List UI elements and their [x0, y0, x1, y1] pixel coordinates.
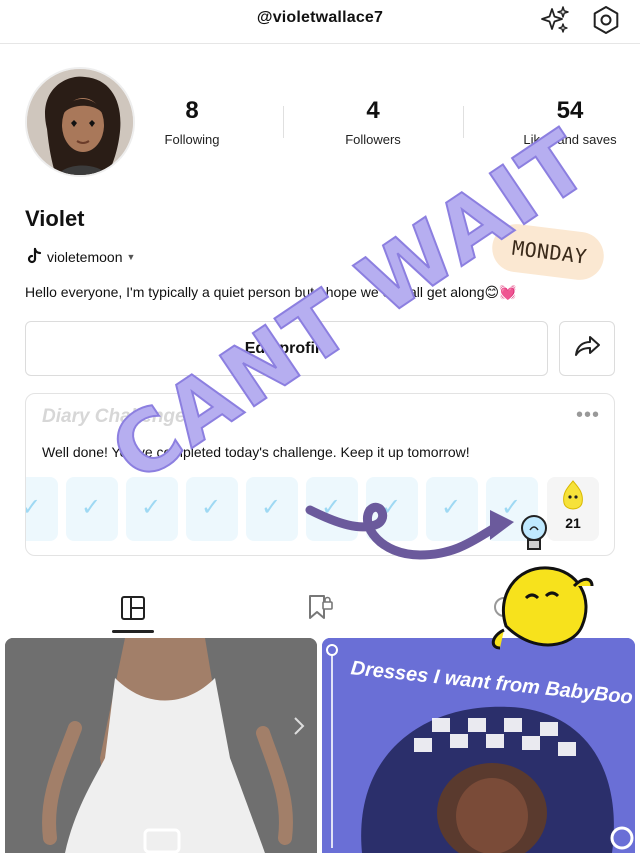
stat-following[interactable]: 8 Following	[152, 96, 232, 147]
day-check-box: ✓	[26, 477, 58, 541]
waving-blob-sticker	[486, 556, 598, 665]
stat-followers-label: Followers	[345, 132, 401, 147]
check-icon: ✓	[26, 493, 41, 522]
day-check-box: ✓	[246, 477, 298, 541]
tab-posts-grid-icon[interactable]	[120, 595, 146, 626]
day-check-box: ✓	[186, 477, 238, 541]
settings-icon[interactable]	[589, 3, 623, 37]
post-thumbnail[interactable]	[5, 638, 317, 853]
share-icon	[573, 334, 601, 363]
tiktok-icon	[25, 247, 43, 268]
more-options-icon[interactable]: •••	[576, 404, 600, 427]
streak-box: 21	[547, 477, 599, 541]
check-icon: ✓	[201, 494, 222, 521]
stat-following-label: Following	[164, 132, 220, 147]
tiktok-handle: violetemoon	[47, 249, 123, 265]
stat-followers-value: 4	[366, 97, 380, 124]
caret-down-icon: ▼	[126, 252, 136, 262]
post-thumbnail[interactable]: Dresses I want from BabyBoo	[322, 638, 635, 853]
active-tab-indicator	[112, 630, 154, 633]
diary-message: Well done! You've completed today's chal…	[42, 444, 470, 460]
check-icon: ✓	[261, 494, 282, 521]
tiktok-handle-row[interactable]: violetemoon ▼	[25, 247, 135, 267]
lightbulb-icon	[514, 512, 554, 561]
profile-name: Violet	[25, 206, 85, 231]
stat-following-value: 8	[185, 97, 199, 124]
stat-divider	[283, 106, 284, 138]
tab-saved-locked-icon[interactable]	[306, 593, 334, 626]
top-bar: @violetwallace7	[0, 0, 640, 44]
stat-divider	[463, 106, 464, 138]
day-check-box: ✓	[66, 477, 118, 541]
check-icon: ✓	[81, 494, 102, 521]
streak-count: 21	[565, 515, 581, 531]
avatar[interactable]	[25, 67, 135, 177]
sparkle-icon[interactable]	[538, 3, 572, 37]
stat-followers[interactable]: 4 Followers	[333, 96, 413, 147]
mascot-icon	[560, 479, 586, 518]
share-button[interactable]	[559, 321, 615, 376]
